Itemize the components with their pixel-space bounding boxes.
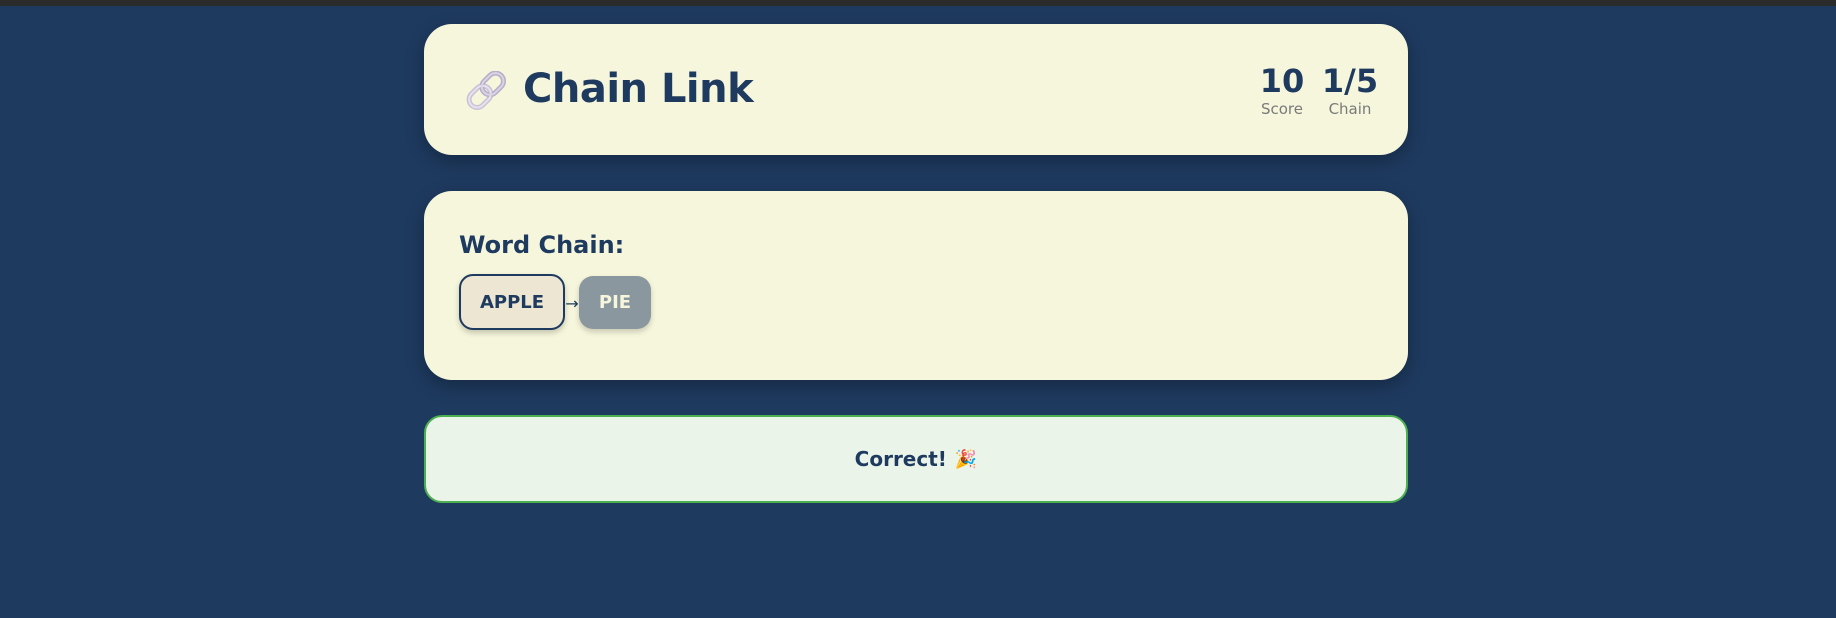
chain-label: Chain (1328, 100, 1372, 118)
score-label: Score (1260, 100, 1303, 118)
feedback-text: Correct! (854, 447, 947, 471)
feedback-banner: Correct! 🎉 (424, 415, 1408, 503)
word-tile-next[interactable]: PIE (579, 275, 651, 329)
word-tile-current[interactable]: APPLE (459, 274, 565, 330)
game-title: Chain Link (523, 66, 754, 112)
link-icon (464, 70, 510, 111)
game-header: Chain Link 10 Score 1/5 Chain (424, 24, 1408, 155)
chain-arrow-icon: → (565, 294, 579, 313)
party-popper-icon: 🎉 (954, 448, 978, 470)
score-value: 10 (1259, 62, 1305, 100)
word-chain-row: APPLE → PIE (459, 274, 651, 330)
score-stat: 10 Score (1252, 62, 1312, 118)
chain-value: 1/5 (1321, 62, 1379, 100)
word-chain-panel: Word Chain: APPLE → PIE (424, 191, 1408, 380)
word-chain-heading: Word Chain: (459, 231, 625, 259)
browser-top-strip (0, 0, 1836, 6)
chain-stat: 1/5 Chain (1314, 62, 1386, 118)
